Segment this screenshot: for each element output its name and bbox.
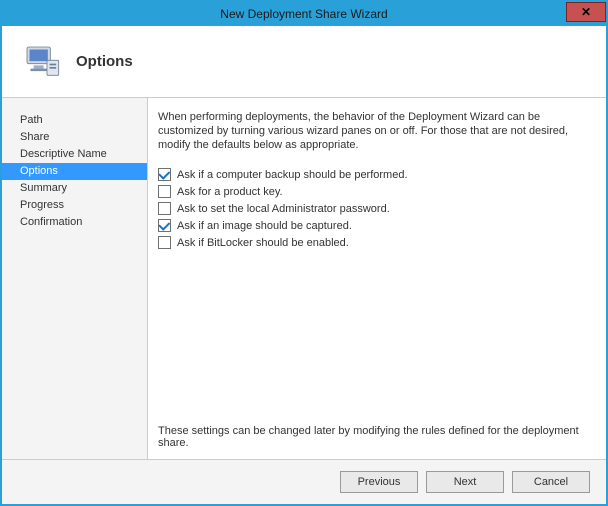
option-row: Ask if a computer backup should be perfo… bbox=[158, 168, 588, 181]
titlebar: New Deployment Share Wizard ✕ bbox=[2, 2, 606, 26]
sidebar-item-confirmation[interactable]: Confirmation bbox=[2, 214, 147, 231]
previous-button[interactable]: Previous bbox=[340, 471, 418, 493]
page-title: Options bbox=[76, 53, 133, 70]
option-checkbox[interactable] bbox=[158, 219, 171, 232]
cancel-label: Cancel bbox=[534, 476, 568, 488]
option-label: Ask to set the local Administrator passw… bbox=[177, 203, 390, 215]
option-label: Ask if a computer backup should be perfo… bbox=[177, 169, 408, 181]
option-checkbox[interactable] bbox=[158, 168, 171, 181]
window-title: New Deployment Share Wizard bbox=[220, 7, 387, 21]
option-label: Ask for a product key. bbox=[177, 186, 283, 198]
next-label: Next bbox=[454, 476, 477, 488]
intro-text: When performing deployments, the behavio… bbox=[158, 110, 588, 152]
sidebar-item-options[interactable]: Options bbox=[2, 163, 147, 180]
option-checkbox[interactable] bbox=[158, 236, 171, 249]
option-label: Ask if BitLocker should be enabled. bbox=[177, 237, 349, 249]
sidebar-item-path[interactable]: Path bbox=[2, 112, 147, 129]
button-bar: Previous Next Cancel bbox=[2, 460, 606, 504]
sidebar-item-descriptive-name[interactable]: Descriptive Name bbox=[2, 146, 147, 163]
sidebar-item-share[interactable]: Share bbox=[2, 129, 147, 146]
content-pane: When performing deployments, the behavio… bbox=[147, 98, 606, 459]
main-area: PathShareDescriptive NameOptionsSummaryP… bbox=[2, 98, 606, 460]
previous-label: Previous bbox=[358, 476, 401, 488]
computer-icon bbox=[22, 42, 62, 82]
spacer bbox=[158, 253, 588, 417]
wizard-steps-sidebar: PathShareDescriptive NameOptionsSummaryP… bbox=[2, 98, 147, 459]
next-button[interactable]: Next bbox=[426, 471, 504, 493]
option-row: Ask if BitLocker should be enabled. bbox=[158, 236, 588, 249]
footnote-text: These settings can be changed later by m… bbox=[158, 417, 588, 449]
option-checkbox[interactable] bbox=[158, 185, 171, 198]
sidebar-item-progress[interactable]: Progress bbox=[2, 197, 147, 214]
window-body: Options PathShareDescriptive NameOptions… bbox=[2, 26, 606, 504]
close-icon: ✕ bbox=[581, 5, 591, 19]
option-row: Ask if an image should be captured. bbox=[158, 219, 588, 232]
close-button[interactable]: ✕ bbox=[566, 2, 606, 22]
option-checkbox[interactable] bbox=[158, 202, 171, 215]
option-row: Ask to set the local Administrator passw… bbox=[158, 202, 588, 215]
option-label: Ask if an image should be captured. bbox=[177, 220, 352, 232]
wizard-window: New Deployment Share Wizard ✕ Options Pa… bbox=[0, 0, 608, 506]
options-list: Ask if a computer backup should be perfo… bbox=[158, 164, 588, 253]
header-strip: Options bbox=[2, 26, 606, 98]
option-row: Ask for a product key. bbox=[158, 185, 588, 198]
sidebar-item-summary[interactable]: Summary bbox=[2, 180, 147, 197]
cancel-button[interactable]: Cancel bbox=[512, 471, 590, 493]
